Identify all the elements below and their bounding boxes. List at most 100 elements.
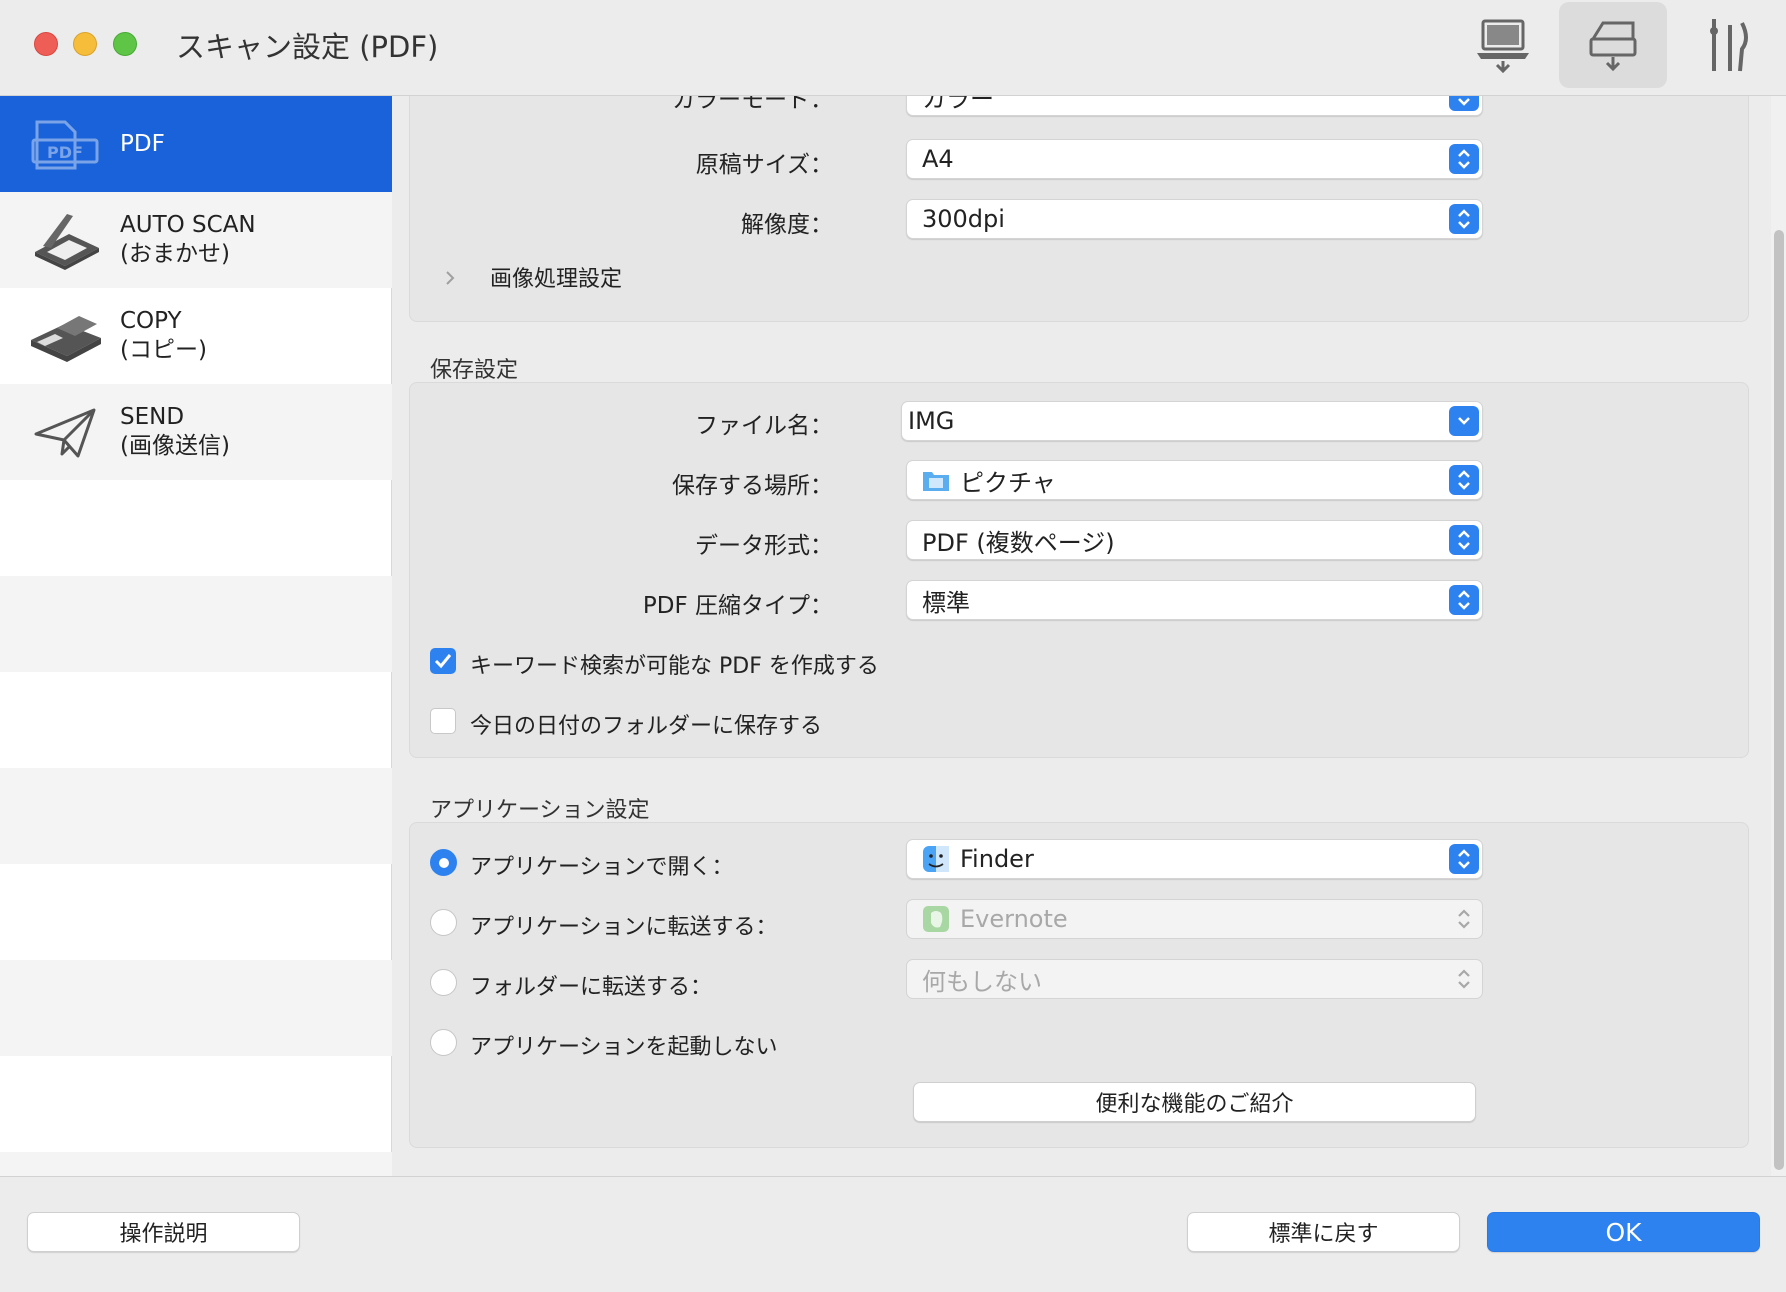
sidebar-item-pdf[interactable]: PDF PDF xyxy=(0,96,392,192)
sidebar-empty-row xyxy=(0,864,392,960)
window-title: スキャン設定 (PDF) xyxy=(176,30,439,64)
color-mode-value: カラー xyxy=(922,96,994,113)
up-down-chevron-icon xyxy=(1449,204,1479,234)
toolbar-general-settings-button[interactable] xyxy=(1675,2,1783,88)
restore-defaults-button[interactable]: 標準に戻す xyxy=(1187,1212,1460,1252)
minimize-window-button[interactable] xyxy=(73,32,97,56)
sidebar-empty-row xyxy=(0,576,392,672)
open-with-app-radio[interactable] xyxy=(430,849,457,876)
open-with-app-select[interactable]: Finder xyxy=(906,839,1483,879)
disclosure-chevron-icon[interactable] xyxy=(443,268,457,292)
data-format-label: データ形式： xyxy=(695,533,833,559)
up-down-chevron-icon xyxy=(1449,525,1479,555)
paper-size-select[interactable]: A4 xyxy=(906,139,1483,179)
send-to-app-select[interactable]: Evernote xyxy=(906,899,1483,939)
send-to-app-radio[interactable] xyxy=(430,909,457,936)
scrollbar-thumb[interactable] xyxy=(1774,230,1784,1170)
sidebar-empty-row xyxy=(0,768,392,864)
send-to-folder-value: 何もしない xyxy=(922,967,1042,996)
save-location-label: 保存する場所： xyxy=(672,473,833,499)
up-down-chevron-icon xyxy=(1449,96,1479,111)
do-not-launch-radio[interactable] xyxy=(430,1029,457,1056)
close-window-button[interactable] xyxy=(34,32,58,56)
keyword-search-checkbox[interactable] xyxy=(430,648,456,674)
save-location-select[interactable]: ピクチャ xyxy=(906,460,1483,500)
sidebar-empty-row xyxy=(0,480,392,576)
sidebar-empty-row xyxy=(0,960,392,1056)
send-to-folder-label[interactable]: フォルダーに転送する： xyxy=(470,969,712,1001)
up-down-chevron-icon xyxy=(1449,964,1479,994)
sidebar-item-label: AUTO SCAN xyxy=(120,212,256,238)
send-to-folder-select[interactable]: 何もしない xyxy=(906,959,1483,999)
up-down-chevron-icon xyxy=(1449,585,1479,615)
save-settings-title: 保存設定 xyxy=(430,358,519,383)
keyword-search-label[interactable]: キーワード検索が可能な PDF を作成する xyxy=(470,648,879,680)
sidebar-item-label: PDF xyxy=(120,130,165,157)
printer-icon xyxy=(24,301,106,371)
file-name-combobox[interactable]: IMG xyxy=(901,401,1483,441)
resolution-value: 300dpi xyxy=(922,205,1005,233)
settings-content: カラーモード： カラー 原稿サイズ： A4 解像度： 300dpi 画像処理設定… xyxy=(393,96,1786,1176)
file-name-label: ファイル名： xyxy=(695,413,833,439)
pdf-compression-value: 標準 xyxy=(922,588,970,617)
color-mode-select[interactable]: カラー xyxy=(906,96,1483,116)
checkmark-icon xyxy=(434,654,452,669)
scan-from-panel-icon xyxy=(1589,21,1637,72)
sidebar-item-copy[interactable]: COPY (コピー) xyxy=(0,288,392,384)
send-to-app-value: Evernote xyxy=(960,905,1068,933)
sidebar-empty-row xyxy=(0,1152,392,1176)
chevron-down-icon[interactable] xyxy=(1449,406,1479,436)
title-bar: スキャン設定 (PDF) xyxy=(0,0,1786,96)
up-down-chevron-icon xyxy=(1449,904,1479,934)
up-down-chevron-icon xyxy=(1449,465,1479,495)
open-with-app-label[interactable]: アプリケーションで開く： xyxy=(470,849,734,881)
footer-bar: 操作説明 標準に戻す OK xyxy=(0,1176,1786,1292)
toolbar-scan-from-panel-button[interactable] xyxy=(1559,2,1667,88)
instructions-button[interactable]: 操作説明 xyxy=(27,1212,300,1252)
date-folder-label[interactable]: 今日の日付のフォルダーに保存する xyxy=(470,708,822,740)
pictures-folder-icon xyxy=(922,466,950,494)
paper-size-label: 原稿サイズ： xyxy=(695,152,833,178)
send-to-app-label[interactable]: アプリケーションに転送する： xyxy=(470,909,778,941)
paper-plane-icon xyxy=(24,397,106,467)
date-folder-checkbox[interactable] xyxy=(430,708,456,734)
evernote-icon xyxy=(922,905,950,933)
send-to-folder-radio[interactable] xyxy=(430,969,457,996)
sidebar-empty-row xyxy=(0,672,392,768)
resolution-label: 解像度： xyxy=(741,212,833,238)
sidebar-item-send[interactable]: SEND (画像送信) xyxy=(0,384,392,480)
ok-button[interactable]: OK xyxy=(1487,1212,1760,1252)
sidebar-item-auto-scan[interactable]: AUTO SCAN (おまかせ) xyxy=(0,192,392,288)
do-not-launch-label[interactable]: アプリケーションを起動しない xyxy=(470,1029,778,1061)
general-settings-icon xyxy=(1710,19,1748,72)
pdf-compression-label: PDF 圧縮タイプ： xyxy=(642,593,833,619)
sidebar-item-label: SEND xyxy=(120,404,185,430)
scanner-icon xyxy=(24,205,106,275)
up-down-chevron-icon xyxy=(1449,844,1479,874)
save-location-value: ピクチャ xyxy=(960,468,1056,497)
zoom-window-button[interactable] xyxy=(113,32,137,56)
computer-scan-icon xyxy=(1477,19,1529,73)
pdf-icon: PDF xyxy=(24,109,106,179)
up-down-chevron-icon xyxy=(1449,144,1479,174)
toolbar-computer-scan-button[interactable] xyxy=(1449,2,1557,88)
sidebar-empty-row xyxy=(0,1056,392,1152)
color-mode-label: カラーモード： xyxy=(672,96,833,113)
pdf-compression-select[interactable]: 標準 xyxy=(906,580,1483,620)
data-format-select[interactable]: PDF (複数ページ) xyxy=(906,520,1483,560)
image-processing-toggle[interactable]: 画像処理設定 xyxy=(490,261,622,293)
sidebar-item-sublabel: (画像送信) xyxy=(120,433,230,459)
file-name-value[interactable]: IMG xyxy=(908,407,954,435)
data-format-value: PDF (複数ページ) xyxy=(922,528,1115,557)
sidebar: PDF PDF AUTO SCAN (おまかせ) COPY (コピー) SEND… xyxy=(0,96,392,1176)
sidebar-item-sublabel: (コピー) xyxy=(120,337,207,363)
application-settings-title: アプリケーション設定 xyxy=(430,798,650,823)
vertical-scrollbar[interactable] xyxy=(1771,96,1786,1176)
paper-size-value: A4 xyxy=(922,145,954,173)
svg-text:PDF: PDF xyxy=(47,143,83,162)
useful-features-button[interactable]: 便利な機能のご紹介 xyxy=(913,1082,1476,1122)
resolution-select[interactable]: 300dpi xyxy=(906,199,1483,239)
finder-icon xyxy=(922,845,950,873)
open-with-app-value: Finder xyxy=(960,845,1034,873)
sidebar-item-sublabel: (おまかせ) xyxy=(120,241,230,267)
